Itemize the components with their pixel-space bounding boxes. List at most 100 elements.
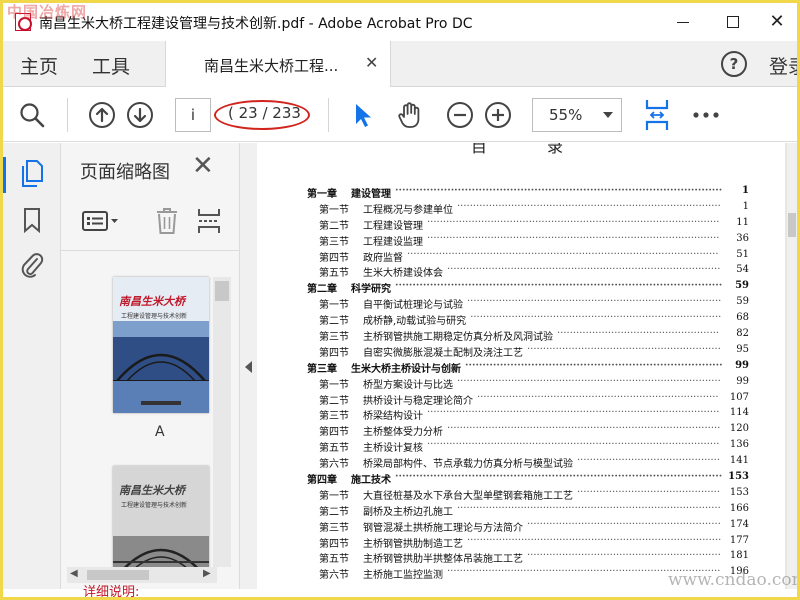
crop-pages-icon[interactable] <box>195 207 223 235</box>
toc-chapter-row[interactable]: 第四章 施工技术 153 ······························… <box>307 469 749 487</box>
search-icon[interactable] <box>17 100 47 130</box>
toc-entry-title: 第一节 大直径桩基及水下承台大型单壁钢套箱施工工艺 <box>319 487 573 502</box>
page-number-input[interactable]: i <box>175 98 211 132</box>
page-thumbnails-icon[interactable] <box>17 159 47 189</box>
toc-chapter-row[interactable]: 第三章 生米大桥主桥设计与创新 99 ························… <box>307 358 749 375</box>
tab-document[interactable]: 南昌生米大桥工程... ✕ <box>165 41 391 87</box>
close-panel-icon[interactable]: ✕ <box>192 153 214 179</box>
toc-dot-leader: ········································… <box>527 550 721 562</box>
trash-icon[interactable] <box>153 207 181 235</box>
sign-in-link[interactable]: 登录 <box>769 52 797 79</box>
document-vertical-scrollbar[interactable] <box>787 143 797 589</box>
help-icon[interactable]: ? <box>721 51 747 77</box>
toc-entry-title: 第一章 建设管理 <box>307 185 391 200</box>
app-window: 南昌生米大桥工程建设管理与技术创新.pdf - Adobe Acrobat Pr… <box>0 0 800 600</box>
toc-section-row[interactable]: 第三节 工程建设监理 36 ·····························… <box>307 231 749 248</box>
toc-entry-page: 114 <box>729 407 749 419</box>
collapse-panel-icon[interactable] <box>245 361 252 373</box>
toc-entry-page: 174 <box>729 518 749 530</box>
toc-section-row[interactable]: 第四节 政府监督 51 ·······························… <box>307 247 749 264</box>
hand-tool-icon[interactable] <box>395 100 425 130</box>
toc-section-row[interactable]: 第一节 工程概况与参建单位 1 ···························… <box>307 199 749 216</box>
page-down-icon[interactable] <box>125 100 155 130</box>
bookmark-icon[interactable] <box>17 205 47 235</box>
toc-entry-title: 第二节 成桥静,动载试验与研究 <box>319 312 466 327</box>
toc-entry-page: 181 <box>729 550 749 562</box>
page-thumbnail-cover[interactable]: 南昌生米大桥 工程建设管理与技术创新 <box>113 277 209 413</box>
toc-dot-leader: ········································… <box>427 439 720 451</box>
page-thumbnail-title-page[interactable]: 南昌生米大桥 工程建设管理与技术创新 <box>113 466 209 578</box>
thumbnail-options-icon[interactable] <box>81 207 121 235</box>
toc-section-row[interactable]: 第二节 工程建设管理 11 ·····························… <box>307 215 749 232</box>
toc-section-row[interactable]: 第四节 主桥钢管拱肋制造工艺 177 ························… <box>307 533 749 550</box>
toc-entry-page: 59 <box>735 280 749 292</box>
toc-entry-title: 第五节 生米大桥建设体会 <box>319 264 443 279</box>
toc-entry-page: 99 <box>736 375 749 387</box>
zoom-out-icon[interactable] <box>445 100 475 130</box>
toc-section-row[interactable]: 第一节 自平衡试桩理论与试验 59 ·························… <box>307 294 749 312</box>
close-window-button[interactable]: ✕ <box>755 7 797 37</box>
toc-section-row[interactable]: 第二节 成桥静,动载试验与研究 68 ························… <box>307 310 749 327</box>
scrollbar-thumb[interactable] <box>215 281 229 301</box>
thumbnail-cover-title: 南昌生米大桥 <box>119 295 185 308</box>
active-indicator <box>3 157 6 193</box>
toc-section-row[interactable]: 第一节 大直径桩基及水下承台大型单壁钢套箱施工工艺 153 ·············… <box>307 485 749 502</box>
close-tab-icon[interactable]: ✕ <box>365 53 378 72</box>
select-cursor-icon[interactable] <box>347 100 377 130</box>
watermark-bottom-right: www.cndao.com <box>668 570 800 590</box>
toc-entry-title: 第一节 工程概况与参建单位 <box>319 201 453 216</box>
toc-section-row[interactable]: 第一节 桥型方案设计与比选 99 ··························… <box>307 374 749 391</box>
toc-chapter-row[interactable]: 第一章 建设管理 1 ································… <box>307 183 749 200</box>
toc-entry-number: 第一节 <box>319 204 349 216</box>
toc-section-row[interactable]: 第二节 副桥及主桥边孔施工 166 ·························… <box>307 501 749 518</box>
toc-section-row[interactable]: 第三节 主桥钢管拱施工期稳定仿真分析及风洞试验 82 ················… <box>307 326 749 343</box>
page-up-icon[interactable] <box>87 100 117 130</box>
toc-chapter-row[interactable]: 第二章 科学研究 59 ·······························… <box>307 278 749 295</box>
thumbnail-vertical-scrollbar[interactable] <box>213 277 231 567</box>
toc-entry-title: 第二节 副桥及主桥边孔施工 <box>319 503 453 518</box>
toc-section-row[interactable]: 第二节 拱桥设计与稳定理论简介 107 ·······················… <box>307 390 749 407</box>
scrollbar-thumb[interactable] <box>788 213 796 237</box>
toc-entry-page: 153 <box>728 471 749 483</box>
toc-entry-number: 第四节 <box>319 252 349 264</box>
toc-section-row[interactable]: 第三节 桥梁结构设计 114 ····························… <box>307 405 749 423</box>
toc-entry-number: 第六节 <box>319 459 349 471</box>
toc-entry-page: 166 <box>729 502 749 514</box>
toc-section-row[interactable]: 第五节 主桥钢管拱肋半拱整体吊装施工工艺 181 ··················… <box>307 548 749 565</box>
toc-section-row[interactable]: 第五节 主桥设计复核 136 ····························… <box>307 437 749 454</box>
toc-entry-page: 107 <box>729 391 749 403</box>
scroll-left-icon[interactable]: ◀ <box>70 568 78 579</box>
toc-entry-title: 第五节 主桥设计复核 <box>319 439 423 454</box>
document-tab-label: 南昌生米大桥工程... <box>204 57 339 75</box>
tab-tools[interactable]: 工具 <box>92 52 130 79</box>
toc-entry-title: 第六节 桥梁局部构件、节点承载力仿真分析与模型试验 <box>319 455 573 470</box>
toc-entry-number: 第四章 <box>307 475 337 487</box>
document-view[interactable]: 目录 第一章 建设管理 1 ·····························… <box>257 143 787 589</box>
more-icon[interactable] <box>691 100 721 130</box>
scrollbar-thumb[interactable] <box>87 570 149 580</box>
toc-dot-leader: ········································… <box>407 248 719 260</box>
toc-section-row[interactable]: 第四节 主桥整体受力分析 120 ··························… <box>307 421 749 438</box>
toc-entry-number: 第一节 <box>319 490 349 502</box>
toc-section-row[interactable]: 第四节 自密实微膨胀混凝土配制及浇注工艺 95 ···················… <box>307 342 749 359</box>
toc-entry-number: 第一节 <box>319 300 349 312</box>
toc-entry-page: 177 <box>729 534 749 546</box>
toc-section-row[interactable]: 第三节 钢管混凝土拱桥施工理论与方法简介 174 ··················… <box>307 517 749 534</box>
minimize-button[interactable] <box>661 7 705 37</box>
fit-page-icon[interactable] <box>643 100 671 130</box>
toc-entry-number: 第三节 <box>319 411 349 423</box>
toc-dot-leader: ········································… <box>465 359 723 371</box>
toc-section-row[interactable]: 第五节 生米大桥建设体会 54 ···························… <box>307 262 749 279</box>
attachment-icon[interactable] <box>17 249 47 279</box>
toc-section-row[interactable]: 第六节 桥梁局部构件、节点承载力仿真分析与模型试验 141 ·············… <box>307 453 749 470</box>
minimize-icon <box>677 21 689 23</box>
maximize-button[interactable] <box>711 7 755 37</box>
zoom-in-icon[interactable] <box>483 100 513 130</box>
menu-bar: 主页 工具 南昌生米大桥工程... ✕ ? 登录 <box>3 41 797 87</box>
toc-entry-number: 第三节 <box>319 522 349 534</box>
panel-splitter[interactable] <box>239 143 257 589</box>
toolbar: i ( 23 / 233 55% <box>3 88 797 142</box>
scroll-right-icon[interactable]: ▶ <box>203 568 211 579</box>
zoom-dropdown[interactable]: 55% <box>532 98 622 132</box>
tab-home[interactable]: 主页 <box>20 52 58 79</box>
